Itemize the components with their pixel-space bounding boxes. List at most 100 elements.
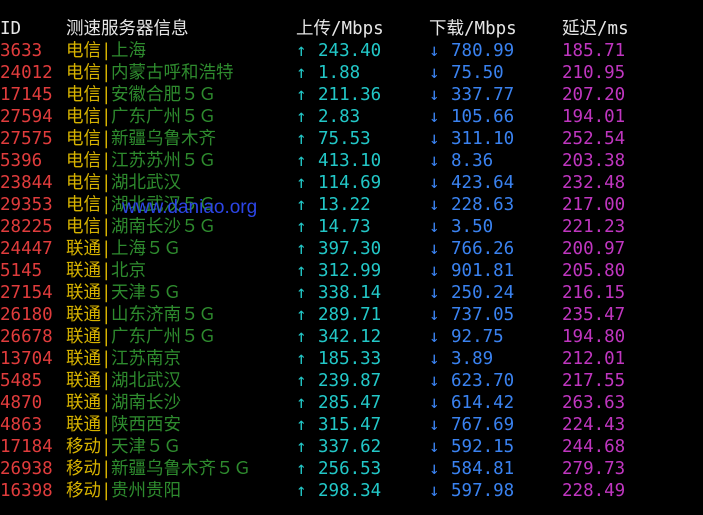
upload-value: 185.33 [318, 349, 382, 369]
upload-value: 289.71 [318, 305, 382, 325]
header-upload: 上传/Mbps [296, 19, 384, 39]
table-row: 29353 电信 | 湖北武汉５Ｇ ↑ 13.22 ↓ 228.63 217.00 [0, 194, 703, 216]
separator-bar: | [101, 371, 112, 391]
download-value: 250.24 [451, 283, 515, 303]
download-value: 3.89 [451, 349, 494, 369]
download-value: 780.99 [451, 41, 515, 61]
arrow-down-icon: ↓ [429, 151, 440, 171]
isp-name: 移动 [66, 459, 101, 479]
server-id: 24012 [0, 63, 53, 83]
download-value: 737.05 [451, 305, 515, 325]
arrow-up-icon: ↑ [296, 305, 307, 325]
latency-value: 216.15 [562, 283, 626, 303]
latency-value: 194.01 [562, 107, 626, 127]
table-row: 5485 联通 | 湖北武汉 ↑ 239.87 ↓ 623.70 217.55 [0, 370, 703, 392]
latency-value: 210.95 [562, 63, 626, 83]
arrow-down-icon: ↓ [429, 349, 440, 369]
city-name: 上海５Ｇ [111, 239, 181, 259]
isp-name: 联通 [66, 239, 101, 259]
latency-value: 203.38 [562, 151, 626, 171]
table-header: ID 测速服务器信息 上传/Mbps 下载/Mbps 延迟/ms [0, 18, 703, 40]
server-id: 26678 [0, 327, 53, 347]
table-row: 26180 联通 | 山东济南５Ｇ ↑ 289.71 ↓ 737.05 235.47 [0, 304, 703, 326]
arrow-up-icon: ↑ [296, 217, 307, 237]
latency-value: 252.54 [562, 129, 626, 149]
arrow-up-icon: ↑ [296, 481, 307, 501]
terminal-window: ID 测速服务器信息 上传/Mbps 下载/Mbps 延迟/ms 3633 电信 |… [0, 0, 703, 515]
city-name: 上海 [111, 41, 146, 61]
server-id: 23844 [0, 173, 53, 193]
table-row: 24012 电信 | 内蒙古呼和浩特 ↑ 1.88 ↓ 75.50 210.95 [0, 62, 703, 84]
arrow-down-icon: ↓ [429, 195, 440, 215]
city-name: 湖南长沙５Ｇ [111, 217, 216, 237]
arrow-down-icon: ↓ [429, 129, 440, 149]
latency-value: 200.97 [562, 239, 626, 259]
arrow-down-icon: ↓ [429, 239, 440, 259]
table-row: 4863 联通 | 陕西西安 ↑ 315.47 ↓ 767.69 224.43 [0, 414, 703, 436]
server-id: 17184 [0, 437, 53, 457]
separator-bar: | [101, 261, 112, 281]
city-name: 江苏苏州５Ｇ [111, 151, 216, 171]
download-value: 614.42 [451, 393, 515, 413]
download-value: 423.64 [451, 173, 515, 193]
arrow-up-icon: ↑ [296, 195, 307, 215]
separator-bar: | [101, 481, 112, 501]
latency-value: 185.71 [562, 41, 626, 61]
city-name: 天津５Ｇ [111, 283, 181, 303]
upload-value: 315.47 [318, 415, 382, 435]
upload-value: 114.69 [318, 173, 382, 193]
arrow-up-icon: ↑ [296, 415, 307, 435]
upload-value: 342.12 [318, 327, 382, 347]
arrow-down-icon: ↓ [429, 107, 440, 127]
isp-name: 联通 [66, 393, 101, 413]
isp-name: 电信 [66, 107, 101, 127]
server-id: 26180 [0, 305, 53, 325]
download-value: 584.81 [451, 459, 515, 479]
download-value: 75.50 [451, 63, 504, 83]
server-id: 24447 [0, 239, 53, 259]
upload-value: 1.88 [318, 63, 361, 83]
isp-name: 联通 [66, 283, 101, 303]
separator-bar: | [101, 415, 112, 435]
arrow-up-icon: ↑ [296, 371, 307, 391]
upload-value: 14.73 [318, 217, 371, 237]
separator-bar: | [101, 151, 112, 171]
upload-value: 243.40 [318, 41, 382, 61]
arrow-up-icon: ↑ [296, 129, 307, 149]
isp-name: 电信 [66, 63, 101, 83]
header-server: 测速服务器信息 [66, 19, 189, 39]
upload-value: 337.62 [318, 437, 382, 457]
upload-value: 75.53 [318, 129, 371, 149]
arrow-up-icon: ↑ [296, 261, 307, 281]
server-id: 5485 [0, 371, 43, 391]
separator-bar: | [101, 217, 112, 237]
arrow-down-icon: ↓ [429, 459, 440, 479]
upload-value: 239.87 [318, 371, 382, 391]
separator-bar: | [101, 393, 112, 413]
arrow-down-icon: ↓ [429, 217, 440, 237]
arrow-down-icon: ↓ [429, 305, 440, 325]
arrow-up-icon: ↑ [296, 63, 307, 83]
latency-value: 263.63 [562, 393, 626, 413]
server-id: 3633 [0, 41, 43, 61]
isp-name: 电信 [66, 85, 101, 105]
upload-value: 397.30 [318, 239, 382, 259]
latency-value: 207.20 [562, 85, 626, 105]
download-value: 311.10 [451, 129, 515, 149]
upload-value: 13.22 [318, 195, 371, 215]
arrow-down-icon: ↓ [429, 63, 440, 83]
server-id: 17145 [0, 85, 53, 105]
isp-name: 电信 [66, 41, 101, 61]
download-value: 3.50 [451, 217, 494, 237]
arrow-up-icon: ↑ [296, 393, 307, 413]
server-id: 13704 [0, 349, 53, 369]
download-value: 592.15 [451, 437, 515, 457]
isp-name: 移动 [66, 481, 101, 501]
isp-name: 电信 [66, 173, 101, 193]
server-id: 27575 [0, 129, 53, 149]
isp-name: 联通 [66, 305, 101, 325]
table-row: 28225 电信 | 湖南长沙５Ｇ ↑ 14.73 ↓ 3.50 221.23 [0, 216, 703, 238]
city-name: 新疆乌鲁木齐 [111, 129, 216, 149]
table-row: 27594 电信 | 广东广州５Ｇ ↑ 2.83 ↓ 105.66 194.01 [0, 106, 703, 128]
download-value: 623.70 [451, 371, 515, 391]
